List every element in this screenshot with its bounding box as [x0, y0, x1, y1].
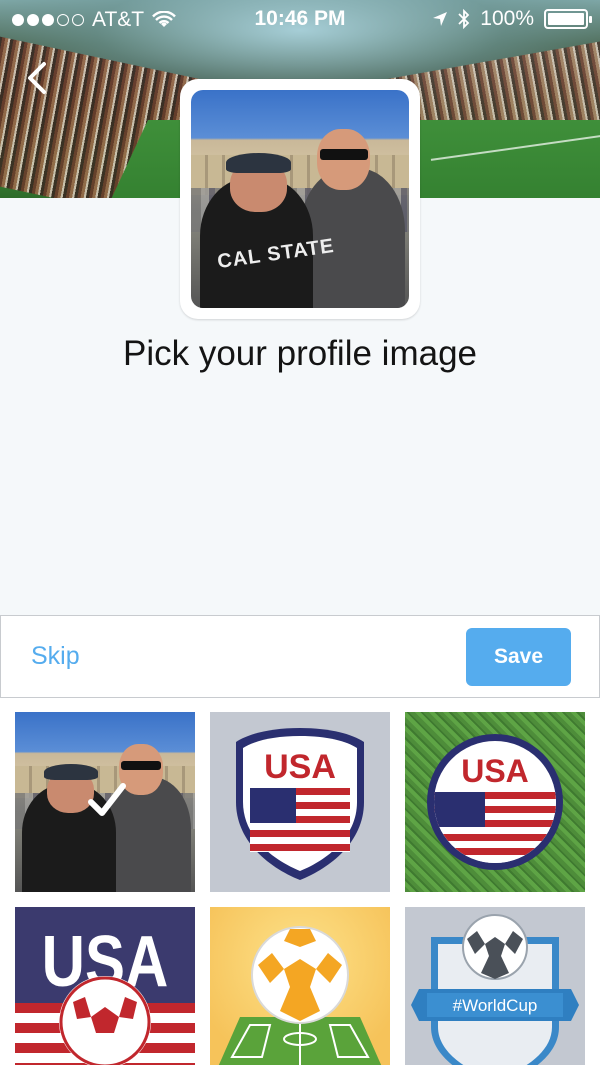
- battery-percentage: 100%: [480, 7, 534, 30]
- checkmark-icon: [88, 783, 126, 816]
- chevron-left-icon: [28, 62, 46, 94]
- worldcup-text: #WorldCup: [453, 996, 538, 1015]
- image-option-usa-ball[interactable]: USA: [15, 907, 195, 1065]
- worldcup-shield-icon: #WorldCup: [411, 914, 579, 1065]
- battery-icon: [544, 9, 592, 29]
- usa-circle-icon: USA: [427, 734, 563, 870]
- soccer-pitch-icon: [218, 926, 382, 1065]
- bluetooth-icon: [458, 9, 470, 29]
- location-arrow-icon: [433, 12, 448, 26]
- image-option-worldcup-shield[interactable]: #WorldCup: [405, 907, 585, 1065]
- page-title: Pick your profile image: [122, 334, 478, 373]
- image-option-usa-shield[interactable]: USA: [210, 712, 390, 892]
- usa-shield-icon: USA: [236, 728, 364, 880]
- back-button[interactable]: [22, 58, 52, 98]
- save-button[interactable]: Save: [466, 628, 571, 686]
- usa-shield-text: USA: [264, 748, 336, 786]
- action-bar: Skip Save: [0, 615, 600, 698]
- image-option-ball-pitch[interactable]: [210, 907, 390, 1065]
- profile-image-preview: CAL STATE: [180, 79, 420, 319]
- usa-circle-text: USA: [461, 753, 529, 789]
- image-option-photo[interactable]: [15, 712, 195, 892]
- status-bar: AT&T 10:46 PM 100%: [0, 0, 600, 40]
- usa-ball-icon: USA: [15, 922, 195, 1065]
- image-option-usa-circle[interactable]: USA: [405, 712, 585, 892]
- skip-button[interactable]: Skip: [31, 642, 80, 671]
- profile-photo: CAL STATE: [191, 90, 409, 308]
- image-picker-grid: USA USA USA #WorldCup: [0, 698, 600, 1065]
